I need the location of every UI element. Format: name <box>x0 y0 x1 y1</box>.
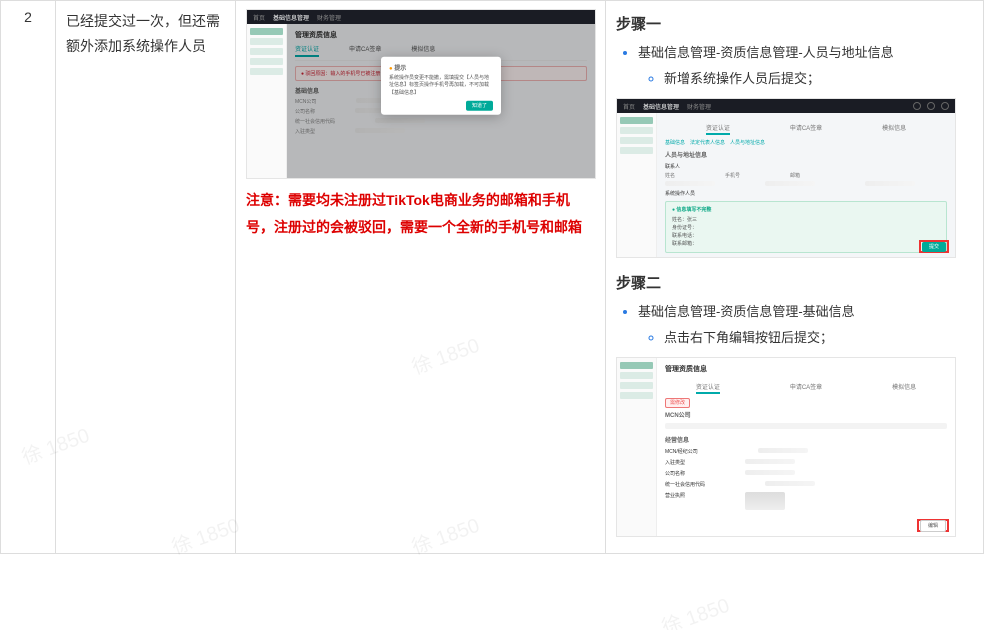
doc-table: 2 已经提交过一次，但还需额外添加系统操作人员 首页 基础信息管理 财务管理 管… <box>0 0 984 554</box>
middle-cell: 首页 基础信息管理 财务管理 管理资质信息 资证认证 申请CA签章 模拟信息 ●… <box>236 1 606 554</box>
tab-item: 资证认证 <box>706 123 730 132</box>
description-cell: 已经提交过一次，但还需额外添加系统操作人员 <box>56 1 236 554</box>
shot1-modal: ● 提示 系统操作员变更不能撤，需填提交【人员与地址信息】标签页操作手机号再加载… <box>381 56 501 115</box>
step2-bullet: 基础信息管理-资质信息管理-基础信息 点击右下角编辑按钮后提交； <box>638 301 973 349</box>
tab-item: 资证认证 <box>696 382 720 391</box>
shot1-topbar: 首页 基础信息管理 财务管理 <box>247 10 595 24</box>
shot1-sidebar <box>247 24 287 178</box>
modal-title: ● 提示 <box>389 62 493 71</box>
subsec: 联系人 <box>665 163 947 170</box>
edit-button[interactable]: 编辑 <box>920 520 946 532</box>
screenshot-3: 管理资质信息 资证认证 申请CA签章 模拟信息 需修改 MCN公司 经营信息 M… <box>616 357 956 537</box>
sec-head: MCN公司 <box>665 410 947 419</box>
topnav-item: 基础信息管理 <box>273 13 309 22</box>
warning-note: 注意：需要均未注册过TikTok电商业务的邮箱和手机号，注册过的会被驳回，需要一… <box>246 187 595 240</box>
modal-ok-button[interactable]: 知道了 <box>466 101 493 111</box>
highlight-box: 提交 <box>919 240 949 253</box>
shot3-sidebar <box>617 358 657 536</box>
tab-item: 申请CA签章 <box>790 382 822 391</box>
shot3-title: 管理资质信息 <box>665 364 947 374</box>
section-head: 人员与地址信息 <box>665 150 947 159</box>
user-icon <box>927 102 935 110</box>
top-icons <box>913 102 949 110</box>
shot2-main: 资证认证 申请CA签章 模拟信息 基础信息 法定代表人信息 人员与地址信息 人员… <box>657 113 955 257</box>
modal-body: 系统操作员变更不能撤，需填提交【人员与地址信息】标签页操作手机号再加载，不可加载… <box>389 74 493 97</box>
step2-sub: 点击右下角编辑按钮后提交； <box>664 327 973 349</box>
shot1-main: 管理资质信息 资证认证 申请CA签章 模拟信息 ● 驳回原因：输入的手机号已被注… <box>287 24 595 178</box>
step1-title: 步骤一 <box>616 13 973 34</box>
shot2-sidebar <box>617 113 657 257</box>
tab-item: 模拟信息 <box>882 123 906 132</box>
license-thumb <box>745 492 785 510</box>
green-title: ● 信息填写不完整 <box>672 206 940 214</box>
watermark: 徐 1850 <box>657 589 733 630</box>
submit-button[interactable]: 提交 <box>922 242 946 252</box>
shot3-tabs: 资证认证 申请CA签章 模拟信息 <box>665 378 947 395</box>
step2-list: 基础信息管理-资质信息管理-基础信息 点击右下角编辑按钮后提交； <box>616 301 973 349</box>
right-cell: 步骤一 基础信息管理-资质信息管理-人员与地址信息 新增系统操作人员后提交； 首… <box>606 1 984 554</box>
highlight-box: 编辑 <box>917 519 949 532</box>
screenshot-2: 首页 基础信息管理 财务管理 资证认证 申请CA签章 模拟信息 基础信息 法定代… <box>616 98 956 258</box>
step2-title: 步骤二 <box>616 272 973 293</box>
shot2-tabs: 资证认证 申请CA签章 模拟信息 <box>665 119 947 136</box>
green-info-box: ● 信息填写不完整 姓名：张三 身份证号： 联系电话： 联系邮箱： <box>665 201 947 253</box>
sub-nav: 基础信息 法定代表人信息 人员与地址信息 <box>665 139 947 146</box>
topnav-item: 首页 <box>623 102 635 111</box>
topnav-item: 基础信息管理 <box>643 102 679 111</box>
contact-row: 姓名手机号邮箱 <box>665 172 947 179</box>
status-tag: 需修改 <box>665 398 690 408</box>
shot2-topbar: 首页 基础信息管理 财务管理 <box>617 99 955 113</box>
row-number-cell: 2 <box>1 1 56 554</box>
sec-head: 经营信息 <box>665 435 947 444</box>
topnav-item: 财务管理 <box>687 102 711 111</box>
help-icon <box>941 102 949 110</box>
step1-bullet: 基础信息管理-资质信息管理-人员与地址信息 新增系统操作人员后提交； <box>638 42 973 90</box>
tab-item: 模拟信息 <box>892 382 916 391</box>
step1-sub: 新增系统操作人员后提交； <box>664 68 973 90</box>
subsec: 系统操作人员 <box>665 190 947 197</box>
row-number: 2 <box>24 9 32 25</box>
topnav-item: 财务管理 <box>317 13 341 22</box>
search-icon <box>913 102 921 110</box>
tab-item: 申请CA签章 <box>790 123 822 132</box>
step1-list: 基础信息管理-资质信息管理-人员与地址信息 新增系统操作人员后提交； <box>616 42 973 90</box>
topnav-item: 首页 <box>253 13 265 22</box>
shot3-main: 管理资质信息 资证认证 申请CA签章 模拟信息 需修改 MCN公司 经营信息 M… <box>657 358 955 536</box>
screenshot-1: 首页 基础信息管理 财务管理 管理资质信息 资证认证 申请CA签章 模拟信息 ●… <box>246 9 596 179</box>
row-description: 已经提交过一次，但还需额外添加系统操作人员 <box>66 13 220 54</box>
